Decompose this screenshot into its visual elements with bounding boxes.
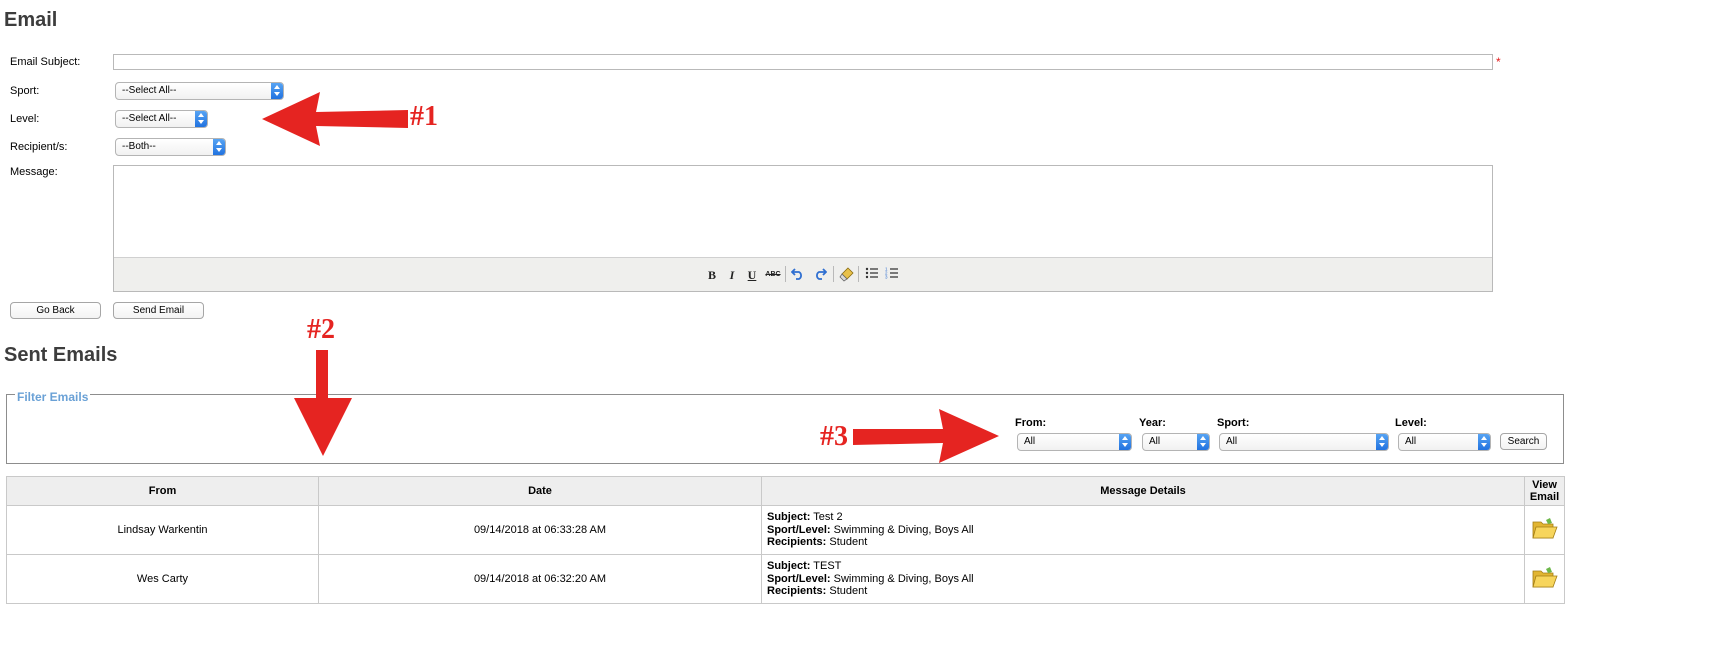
svg-text:3: 3 bbox=[885, 275, 888, 280]
row-from: Lindsay Warkentin bbox=[6, 505, 319, 555]
row-message-details: Subject: TEST Sport/Level: Swimming & Di… bbox=[761, 554, 1525, 604]
row-message-details: Subject: Test 2 Sport/Level: Swimming & … bbox=[761, 505, 1525, 555]
email-subject-input[interactable] bbox=[113, 54, 1493, 70]
numbered-list-icon[interactable]: 123 bbox=[883, 266, 901, 284]
message-editor[interactable]: B I U ABC 123 bbox=[113, 165, 1493, 292]
sport-select[interactable]: --Select All-- bbox=[115, 82, 284, 100]
row-view-email bbox=[1524, 505, 1565, 555]
email-title: Email bbox=[4, 9, 58, 31]
annotation-label-3: #3 bbox=[820, 421, 848, 452]
row-view-email bbox=[1524, 554, 1565, 604]
strikethrough-icon[interactable]: ABC bbox=[764, 266, 782, 284]
row-subject: Test 2 bbox=[813, 511, 843, 524]
row-date: 09/14/2018 at 06:33:28 AM bbox=[318, 505, 762, 555]
recipients-key: Recipients: bbox=[767, 536, 827, 549]
select-arrows-icon bbox=[195, 111, 207, 127]
filter-year-value: All bbox=[1149, 436, 1161, 447]
underline-icon[interactable]: U bbox=[743, 266, 761, 284]
annotation-label-1: #1 bbox=[410, 101, 438, 132]
row-from: Wes Carty bbox=[6, 554, 319, 604]
email-subject-label: Email Subject: bbox=[10, 56, 81, 68]
go-back-button[interactable]: Go Back bbox=[10, 302, 101, 319]
recipients-key: Recipients: bbox=[767, 585, 827, 598]
recipients-select[interactable]: --Both-- bbox=[115, 138, 226, 156]
column-header-view-email: View Email bbox=[1524, 476, 1565, 506]
toolbar-divider bbox=[785, 266, 786, 282]
annotation-arrow-2 bbox=[294, 350, 352, 456]
table-row: Wes Carty 09/14/2018 at 06:32:20 AM Subj… bbox=[6, 554, 1565, 604]
send-email-button[interactable]: Send Email bbox=[113, 302, 204, 319]
filter-from-select[interactable]: All bbox=[1017, 433, 1132, 451]
bullet-list-icon[interactable] bbox=[863, 266, 881, 284]
filter-from-label: From: bbox=[1015, 417, 1047, 429]
bold-icon[interactable]: B bbox=[703, 266, 721, 284]
row-date: 09/14/2018 at 06:32:20 AM bbox=[318, 554, 762, 604]
filter-sport-label: Sport: bbox=[1217, 417, 1250, 429]
level-select-value: --Select All-- bbox=[122, 113, 177, 124]
filter-level-select[interactable]: All bbox=[1398, 433, 1491, 451]
select-arrows-icon bbox=[1119, 434, 1131, 450]
sport-label: Sport: bbox=[10, 85, 40, 97]
sent-emails-table: From Date Message Details View Email Lin… bbox=[6, 476, 1565, 604]
row-recipients: Student bbox=[829, 585, 868, 598]
filter-level-label: Level: bbox=[1395, 417, 1427, 429]
row-sport-level: Swimming & Diving, Boys All bbox=[833, 572, 974, 585]
filter-legend: Filter Emails bbox=[15, 390, 91, 404]
folder-icon[interactable] bbox=[1531, 566, 1558, 589]
column-header-message-details[interactable]: Message Details bbox=[761, 476, 1525, 506]
folder-icon[interactable] bbox=[1531, 517, 1558, 540]
sport-level-key: Sport/Level: bbox=[767, 572, 831, 585]
sent-emails-title: Sent Emails bbox=[4, 344, 118, 366]
filter-from-value: All bbox=[1024, 436, 1036, 447]
required-marker: * bbox=[1496, 55, 1501, 69]
filter-level-value: All bbox=[1405, 436, 1417, 447]
sport-level-key: Sport/Level: bbox=[767, 523, 831, 536]
undo-icon[interactable] bbox=[789, 266, 807, 284]
column-header-date[interactable]: Date bbox=[318, 476, 762, 506]
recipients-select-value: --Both-- bbox=[122, 141, 156, 152]
column-header-from[interactable]: From bbox=[6, 476, 319, 506]
message-label: Message: bbox=[10, 166, 58, 178]
subject-key: Subject: bbox=[767, 560, 811, 573]
search-button[interactable]: Search bbox=[1500, 433, 1547, 450]
row-sport-level: Swimming & Diving, Boys All bbox=[833, 523, 974, 536]
select-arrows-icon bbox=[1197, 434, 1209, 450]
editor-toolbar: B I U ABC 123 bbox=[114, 257, 1492, 291]
select-arrows-icon bbox=[213, 139, 225, 155]
toolbar-divider bbox=[833, 266, 834, 282]
recipients-label: Recipient/s: bbox=[10, 141, 68, 153]
clear-format-icon[interactable] bbox=[838, 266, 856, 284]
row-recipients: Student bbox=[829, 536, 868, 549]
filter-sport-value: All bbox=[1226, 436, 1238, 447]
sport-select-value: --Select All-- bbox=[122, 85, 177, 96]
table-row: Lindsay Warkentin 09/14/2018 at 06:33:28… bbox=[6, 505, 1565, 555]
annotation-arrow-3 bbox=[853, 409, 999, 463]
filter-year-label: Year: bbox=[1139, 417, 1166, 429]
filter-year-select[interactable]: All bbox=[1142, 433, 1210, 451]
annotation-label-2: #2 bbox=[307, 314, 335, 345]
annotation-arrow-1 bbox=[262, 92, 408, 146]
italic-icon[interactable]: I bbox=[723, 266, 741, 284]
filter-emails-panel bbox=[6, 394, 1564, 464]
subject-key: Subject: bbox=[767, 511, 811, 524]
select-arrows-icon bbox=[1376, 434, 1388, 450]
filter-sport-select[interactable]: All bbox=[1219, 433, 1389, 451]
toolbar-divider bbox=[858, 266, 859, 282]
level-select[interactable]: --Select All-- bbox=[115, 110, 208, 128]
table-header-row: From Date Message Details View Email bbox=[6, 476, 1565, 506]
row-subject: TEST bbox=[813, 560, 842, 573]
redo-icon[interactable] bbox=[811, 266, 829, 284]
select-arrows-icon bbox=[1478, 434, 1490, 450]
level-label: Level: bbox=[10, 113, 40, 125]
